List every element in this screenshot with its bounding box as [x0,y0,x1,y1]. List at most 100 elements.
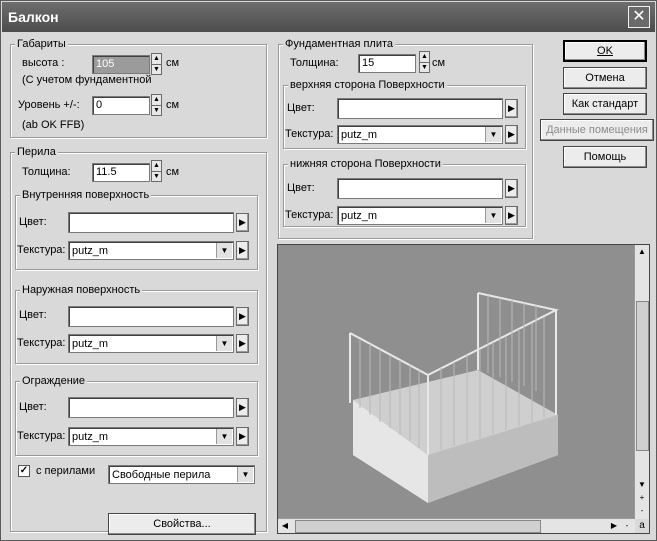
railing-thickness-spinner[interactable]: ▲ ▼ [151,160,162,182]
balcony-model-icon [349,292,559,503]
fence-title: Ограждение [20,375,88,387]
height-spinner[interactable]: ▲ ▼ [151,53,162,75]
chevron-down-icon[interactable]: ▼ [216,429,232,444]
spin-up-icon[interactable]: ▲ [152,161,161,172]
foundation-thickness-unit: см [432,57,446,69]
preview-horizontal-scrollbar[interactable]: ◀ ▶ - [278,518,635,533]
outer-surface-title: Наружная поверхность [20,284,143,296]
top-texture-arrow-icon[interactable]: ▶ [505,125,518,144]
top-color-arrow-icon[interactable]: ▶ [505,99,518,118]
inner-texture-label: Текстура: [17,244,66,256]
level-unit: см [166,99,180,111]
top-surface-group: верхняя сторона Поверхности Цвет: ▶ Текс… [283,79,526,149]
outer-texture-arrow-icon[interactable]: ▶ [236,334,249,353]
vertical-scroll-thumb[interactable] [636,301,649,451]
railing-group: Перила Толщина: 11.5 ▲ ▼ см Внутренняя по… [10,146,267,535]
bottom-color-field[interactable] [337,178,503,199]
zoom-in-button[interactable]: + [636,492,648,504]
outer-texture-value: putz_m [72,338,109,350]
foundation-thickness-label: Толщина: [290,57,339,69]
fence-texture-arrow-icon[interactable]: ▶ [236,427,249,446]
inner-color-arrow-icon[interactable]: ▶ [236,213,249,232]
railing-thickness-label: Толщина: [22,166,71,178]
chevron-down-icon[interactable]: ▼ [485,208,501,223]
inner-surface-title: Внутренняя поверхность [20,189,152,201]
outer-color-field[interactable] [68,306,234,327]
foundation-group-title: Фундаментная плита [283,38,396,50]
scroll-right-icon[interactable]: ▶ [608,520,620,532]
inner-color-label: Цвет: [19,216,47,228]
zoom-out-button[interactable]: - [636,505,648,517]
chevron-down-icon[interactable]: ▼ [485,127,501,142]
outer-texture-select[interactable]: putz_m ▼ [68,334,234,353]
inner-texture-select[interactable]: putz_m ▼ [68,241,234,260]
height-label: высота : [22,57,65,69]
inner-color-field[interactable] [68,212,234,233]
ok-button[interactable]: OK [563,40,647,62]
level-input[interactable]: 0 [92,96,150,115]
close-button[interactable]: ✕ [628,6,650,28]
help-button[interactable]: Помощь [563,146,647,168]
fence-color-label: Цвет: [19,401,47,413]
scroll-up-icon[interactable]: ▲ [636,246,648,258]
top-texture-select[interactable]: putz_m ▼ [337,125,503,144]
fence-texture-select[interactable]: putz_m ▼ [68,427,234,446]
top-texture-value: putz_m [341,129,378,141]
title-bar: Балкон ✕ [2,2,655,32]
fence-color-arrow-icon[interactable]: ▶ [236,398,249,417]
inner-surface-group: Внутренняя поверхность Цвет: ▶ Текстура:… [15,189,258,270]
horizontal-scroll-thumb[interactable] [295,520,541,533]
bottom-texture-label: Текстура: [285,209,334,221]
railing-type-select[interactable]: Свободные перила ▼ [108,465,255,484]
foundation-group: Фундаментная плита Толщина: 15 ▲ ▼ см вер… [278,38,533,239]
inner-texture-arrow-icon[interactable]: ▶ [236,241,249,260]
properties-button[interactable]: Свойства... [108,513,256,535]
scroll-down-icon[interactable]: ▼ [636,479,648,491]
bottom-surface-title: нижняя сторона Поверхности [288,158,443,170]
spin-up-icon[interactable]: ▲ [152,54,161,65]
level-spinner[interactable]: ▲ ▼ [151,94,162,116]
angle-button[interactable]: a [635,519,649,533]
spin-down-icon[interactable]: ▼ [152,172,161,182]
dimensions-group: Габариты высота : 105 ▲ ▼ см (С учетом фу… [10,38,267,138]
railing-thickness-input[interactable]: 11.5 [92,163,150,182]
bottom-color-label: Цвет: [287,182,315,194]
bottom-texture-select[interactable]: putz_m ▼ [337,206,503,225]
spin-up-icon[interactable]: ▲ [420,52,429,63]
room-data-button[interactable]: Данные помещения [540,119,654,141]
balcony-3d-preview[interactable]: ▲ ▼ + - ◀ ▶ - a [277,244,650,534]
zoom-out-h-button[interactable]: - [621,520,633,532]
bottom-texture-arrow-icon[interactable]: ▶ [505,206,518,225]
level-note: (ab OK FFB) [22,119,85,131]
fence-texture-value: putz_m [72,431,109,443]
spin-down-icon[interactable]: ▼ [152,65,161,75]
foundation-thickness-spinner[interactable]: ▲ ▼ [419,51,430,73]
window-title: Балкон [8,9,59,25]
fence-color-field[interactable] [68,397,234,418]
chevron-down-icon[interactable]: ▼ [237,467,253,482]
foundation-thickness-input[interactable]: 15 [358,54,416,73]
outer-surface-group: Наружная поверхность Цвет: ▶ Текстура: p… [15,284,258,364]
top-color-field[interactable] [337,98,503,119]
dimensions-group-title: Габариты [15,38,68,50]
fence-texture-label: Текстура: [17,430,66,442]
with-railing-label: с перилами [36,465,96,477]
spin-down-icon[interactable]: ▼ [152,106,161,116]
inner-texture-value: putz_m [72,245,109,257]
chevron-down-icon[interactable]: ▼ [216,336,232,351]
bottom-color-arrow-icon[interactable]: ▶ [505,179,518,198]
outer-color-arrow-icon[interactable]: ▶ [236,307,249,326]
preview-vertical-scrollbar[interactable]: ▲ ▼ + - [634,245,649,519]
bottom-texture-value: putz_m [341,210,378,222]
fence-group: Ограждение Цвет: ▶ Текстура: putz_m ▼ ▶ [15,375,258,456]
height-unit: см [166,57,180,69]
top-surface-title: верхняя сторона Поверхности [288,79,447,91]
spin-down-icon[interactable]: ▼ [420,63,429,73]
cancel-button[interactable]: Отмена [563,67,647,89]
scroll-left-icon[interactable]: ◀ [279,520,291,532]
as-standard-button[interactable]: Как стандарт [563,93,647,115]
spin-up-icon[interactable]: ▲ [152,95,161,106]
height-input[interactable]: 105 [92,55,150,74]
chevron-down-icon[interactable]: ▼ [216,243,232,258]
with-railing-checkbox[interactable]: ✓ [18,465,30,477]
